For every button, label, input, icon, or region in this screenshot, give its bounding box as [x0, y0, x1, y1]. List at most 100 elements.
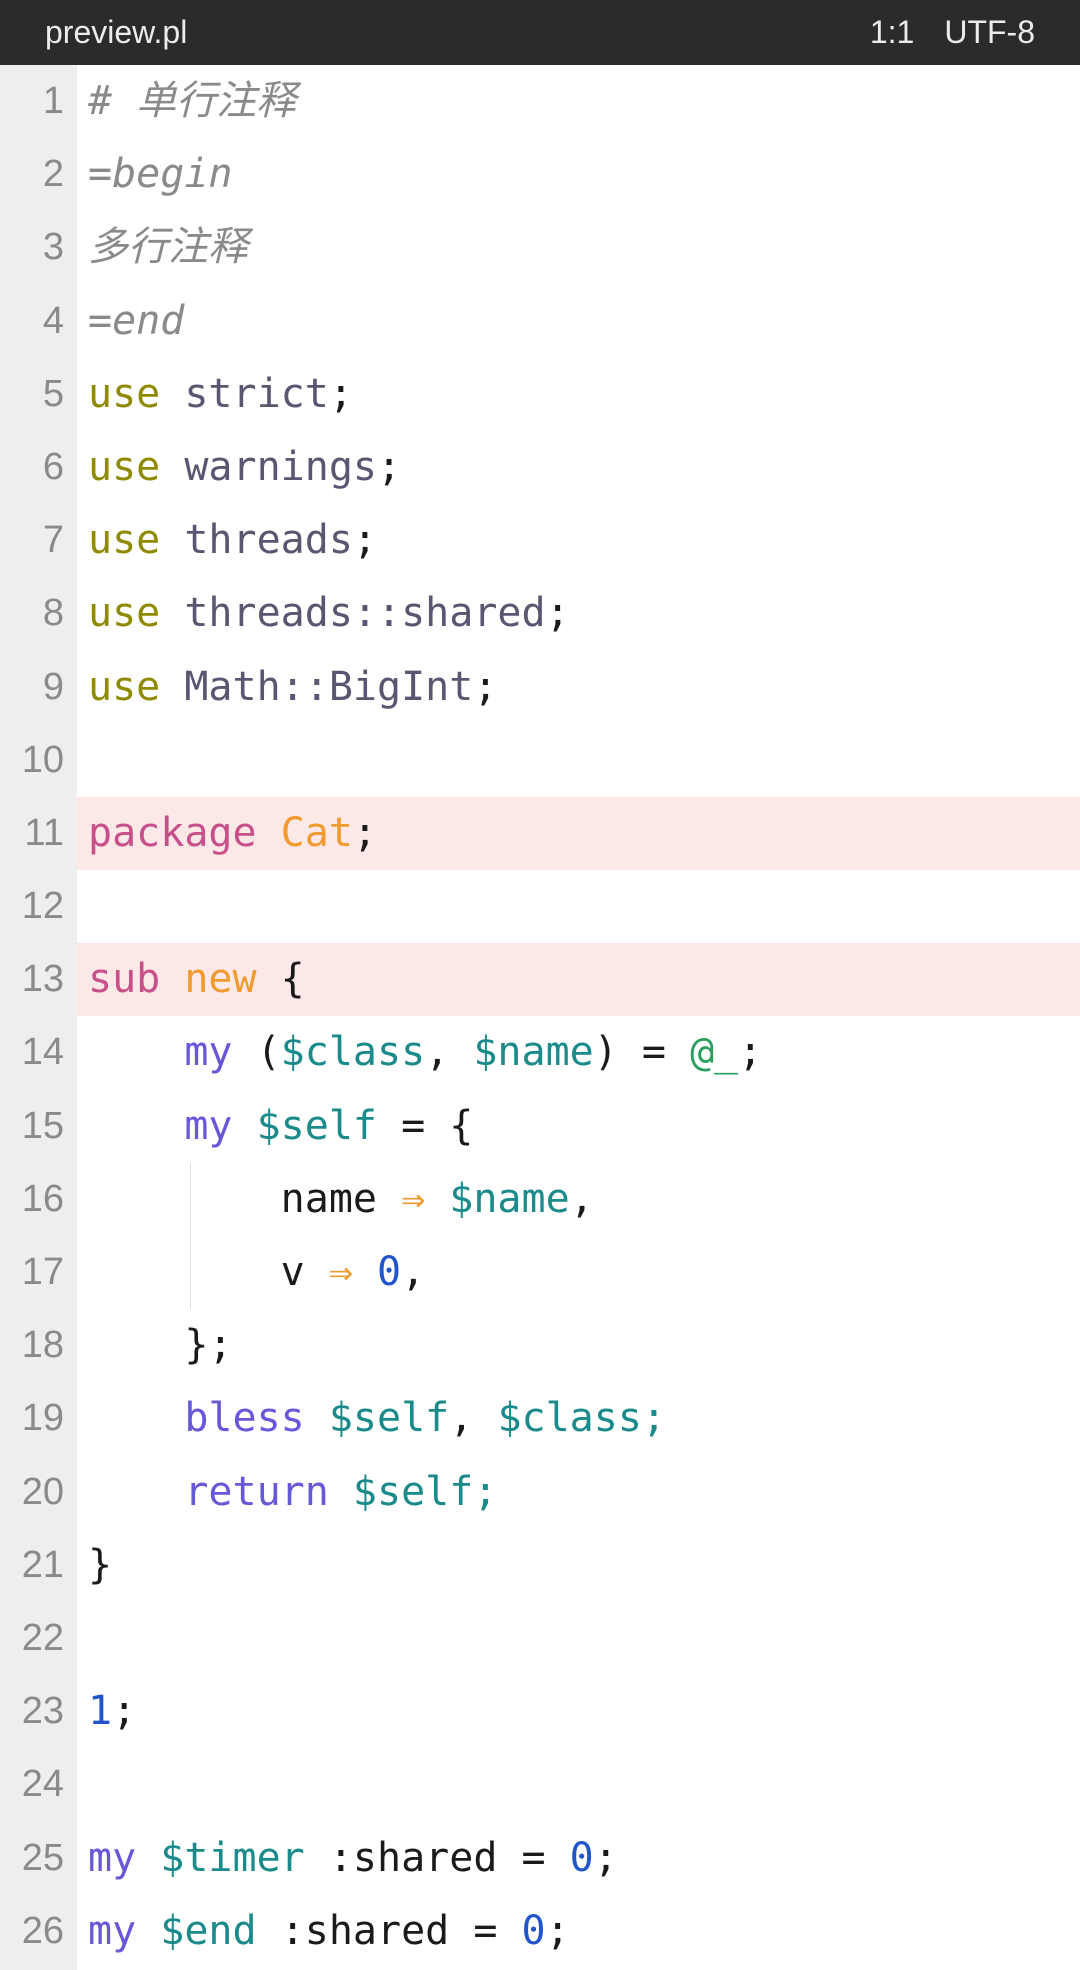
code-line[interactable]: 4 =end	[0, 284, 1080, 358]
code-token: ;	[112, 1688, 137, 1735]
code-line[interactable]: 20 return $self;	[0, 1455, 1080, 1529]
code-token: v	[88, 1249, 329, 1295]
code-text: my $end :shared = 0;	[88, 1895, 570, 1968]
code-token: use	[88, 443, 161, 490]
code-token: bless	[184, 1395, 305, 1442]
code-token: 多行注释	[88, 224, 248, 271]
code-line[interactable]: 6 use warnings;	[0, 430, 1080, 505]
code-token: ;	[377, 443, 402, 490]
code-token: # 单行注释	[88, 78, 297, 124]
code-text: =end	[88, 285, 184, 358]
code-line[interactable]: 7 use threads;	[0, 504, 1080, 578]
code-token: =end	[88, 297, 185, 344]
code-text: my $self = {	[88, 1090, 473, 1163]
line-number: 9	[0, 650, 64, 724]
line-number: 19	[0, 1382, 64, 1456]
code-token: package	[88, 809, 257, 856]
code-token: use	[88, 517, 161, 564]
code-line[interactable]: 3 多行注释	[0, 211, 1080, 285]
line-number: 21	[0, 1528, 64, 1602]
code-line[interactable]: 2 =begin	[0, 138, 1080, 212]
code-editor[interactable]: 1 # 单行注释 2 =begin 3 多行注释 4 =end 5 use strict; 6 use…	[0, 65, 1080, 1968]
code-token: $self	[256, 1102, 378, 1149]
code-line[interactable]: 22	[0, 1601, 1080, 1676]
cursor-position: 1:1	[869, 14, 915, 50]
code-line[interactable]: 11 package Cat;	[0, 796, 1080, 871]
code-line[interactable]: 17 v ⇒ 0,	[0, 1236, 1080, 1310]
code-text: use warnings;	[88, 431, 401, 504]
code-token: = {	[377, 1102, 474, 1149]
code-token: warnings	[160, 443, 377, 490]
code-text: name ⇒ $name,	[88, 1163, 594, 1236]
code-text: package Cat;	[88, 797, 377, 870]
code-line[interactable]: 16 name ⇒ $name,	[0, 1162, 1080, 1236]
code-line[interactable]: 13 sub new {	[0, 943, 1080, 1017]
code-token: use	[88, 370, 161, 417]
code-token: ;	[473, 663, 498, 710]
code-token: {	[256, 956, 305, 1003]
code-token: Math::BigInt	[160, 663, 474, 710]
code-token: $name	[473, 1029, 594, 1076]
line-number: 20	[0, 1455, 64, 1529]
code-token: ;	[545, 590, 570, 637]
code-token: return	[184, 1468, 329, 1515]
code-token: my	[88, 1907, 137, 1954]
code-line[interactable]: 1 # 单行注释	[0, 65, 1080, 139]
code-text: return $self;	[88, 1456, 497, 1529]
code-token: 1	[88, 1688, 113, 1735]
code-token: use	[88, 663, 161, 710]
code-line[interactable]: 12	[0, 870, 1080, 944]
line-number: 6	[0, 430, 64, 505]
code-token: $timer	[160, 1834, 305, 1881]
code-line[interactable]: 18 };	[0, 1309, 1080, 1383]
code-text: my ($class, $name) = @_;	[88, 1016, 762, 1089]
line-number: 10	[0, 723, 64, 797]
code-text: =begin	[88, 138, 233, 211]
code-token: strict	[160, 370, 329, 417]
line-number: 7	[0, 504, 64, 578]
code-token: ;	[352, 517, 377, 564]
code-line[interactable]: 15 my $self = {	[0, 1089, 1080, 1163]
code-line[interactable]: 9 use Math::BigInt;	[0, 650, 1080, 724]
code-line[interactable]: 23 1;	[0, 1675, 1080, 1749]
code-token: :shared =	[256, 1907, 522, 1954]
code-token: $self;	[352, 1468, 498, 1515]
code-text: };	[88, 1309, 232, 1382]
code-token: ;	[352, 809, 378, 856]
code-token: threads	[160, 517, 353, 564]
code-token: my	[184, 1102, 233, 1149]
line-number: 17	[0, 1236, 64, 1310]
code-line[interactable]: 21}	[0, 1528, 1080, 1602]
code-line[interactable]: 25 my $timer :shared = 0;	[0, 1821, 1080, 1895]
encoding-label[interactable]: UTF-8	[944, 14, 1035, 51]
line-number: 2	[0, 138, 64, 212]
code-token: Cat	[280, 809, 353, 856]
line-number: 18	[0, 1309, 64, 1383]
line-number: 11	[0, 796, 64, 871]
code-line[interactable]: 19 bless $self, $class;	[0, 1382, 1080, 1456]
code-line[interactable]: 5 use strict;	[0, 357, 1080, 431]
code-token: $class;	[497, 1395, 667, 1442]
code-token: use	[88, 590, 161, 637]
code-line[interactable]: 8 use threads::shared;	[0, 577, 1080, 651]
code-token: 0	[377, 1249, 402, 1295]
code-line[interactable]: 24	[0, 1748, 1080, 1822]
code-text: my $timer :shared = 0;	[88, 1822, 618, 1895]
code-token: $end	[160, 1907, 257, 1954]
code-token: my	[88, 1834, 137, 1881]
code-text: use threads::shared;	[88, 577, 570, 650]
line-number: 26	[0, 1894, 64, 1968]
code-line[interactable]: 26 my $end :shared = 0;	[0, 1894, 1080, 1968]
code-line[interactable]: 10	[0, 723, 1080, 797]
code-line[interactable]: 14 my ($class, $name) = @_;	[0, 1016, 1080, 1090]
indent-guide	[190, 1163, 191, 1309]
line-number: 8	[0, 577, 64, 651]
line-number: 3	[0, 211, 64, 285]
